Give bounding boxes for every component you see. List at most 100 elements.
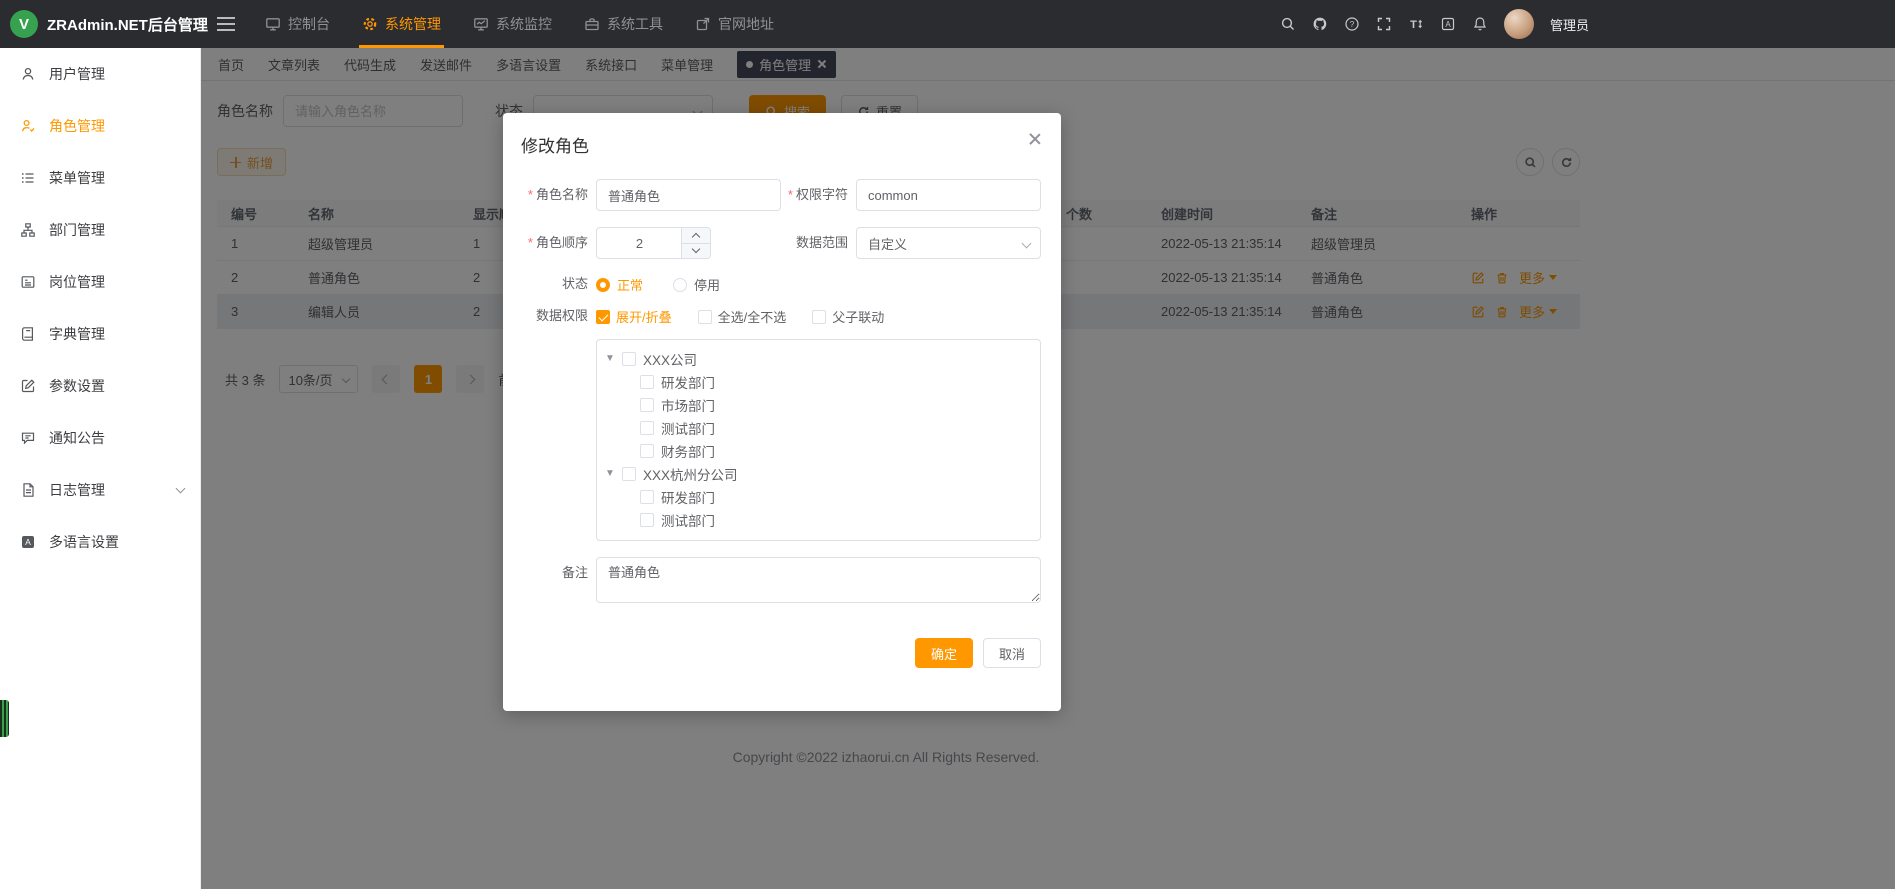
chevron-down-icon xyxy=(692,245,700,253)
sidebar-item-menus[interactable]: 菜单管理 xyxy=(0,152,200,204)
expand-collapse-checkbox[interactable]: 展开/折叠 xyxy=(596,307,672,326)
external-link-icon xyxy=(695,16,711,32)
document-icon xyxy=(20,482,36,498)
checkbox-label: 展开/折叠 xyxy=(616,307,672,326)
checkbox-unchecked-icon[interactable] xyxy=(622,467,636,481)
increment-button[interactable] xyxy=(682,228,710,244)
search-icon[interactable] xyxy=(1280,16,1296,32)
sidebar-item-label: 菜单管理 xyxy=(49,168,105,188)
nav-item-website[interactable]: 官网地址 xyxy=(679,0,790,48)
role-key-field-label: 权限字符 xyxy=(781,187,848,203)
github-icon[interactable] xyxy=(1312,16,1328,32)
data-scope-select[interactable]: 自定义 xyxy=(856,227,1041,259)
monitor-icon xyxy=(265,16,281,32)
dialog-body: 角色名称 权限字符 角色顺序 数据范围 xyxy=(503,165,1061,685)
role-key-field[interactable] xyxy=(856,179,1041,211)
dialog-title: 修改角色 xyxy=(521,132,589,157)
menu-list-icon xyxy=(20,170,36,186)
tree-node[interactable]: ▼ XXX杭州分公司 xyxy=(597,462,1040,485)
checkbox-unchecked-icon[interactable] xyxy=(640,375,654,389)
layout-size-icon[interactable]: A xyxy=(1440,16,1456,32)
decrement-button[interactable] xyxy=(682,244,710,259)
sidebar-item-logs[interactable]: 日志管理 xyxy=(0,464,200,516)
radio-label: 停用 xyxy=(694,275,720,294)
sidebar-item-label: 字典管理 xyxy=(49,324,105,344)
sidebar-item-notices[interactable]: 通知公告 xyxy=(0,412,200,464)
nav-item-system[interactable]: 系统管理 xyxy=(346,0,457,48)
data-scope-value: 自定义 xyxy=(868,234,907,253)
parent-child-link-checkbox[interactable]: 父子联动 xyxy=(812,307,884,326)
nav-item-label: 官网地址 xyxy=(718,14,774,34)
checkbox-unchecked-icon[interactable] xyxy=(640,490,654,504)
remark-field-label: 备注 xyxy=(521,565,588,581)
checkbox-unchecked-icon xyxy=(698,310,712,324)
tree-node[interactable]: ▼ XXX公司 xyxy=(597,347,1040,370)
dialog-header: 修改角色 xyxy=(503,113,1061,165)
user-name[interactable]: 管理员 xyxy=(1550,15,1589,34)
app-logo[interactable]: V ZRAdmin.NET后台管理 xyxy=(0,10,201,38)
nav-item-console[interactable]: 控制台 xyxy=(249,0,346,48)
svg-text:?: ? xyxy=(1350,20,1355,29)
checkbox-unchecked-icon[interactable] xyxy=(640,398,654,412)
top-header: V ZRAdmin.NET后台管理 控制台 系统管理 系统监控 系统工具 官网地… xyxy=(0,0,1895,48)
role-name-field-label: 角色名称 xyxy=(521,187,588,203)
sidebar-item-label: 角色管理 xyxy=(49,116,105,136)
role-name-field[interactable] xyxy=(596,179,781,211)
status-radio-normal[interactable]: 正常 xyxy=(596,275,643,294)
tree-node[interactable]: 测试部门 xyxy=(597,416,1040,439)
checkbox-label: 父子联动 xyxy=(832,307,884,326)
remark-field[interactable]: 普通角色 xyxy=(596,557,1041,603)
svg-text:T: T xyxy=(1410,19,1417,31)
radio-label: 正常 xyxy=(617,275,643,294)
bell-icon[interactable] xyxy=(1472,16,1488,32)
checkbox-unchecked-icon[interactable] xyxy=(640,513,654,527)
nav-item-tools[interactable]: 系统工具 xyxy=(568,0,679,48)
checkbox-unchecked-icon[interactable] xyxy=(640,444,654,458)
nav-item-label: 系统管理 xyxy=(385,14,441,34)
tree-node[interactable]: 测试部门 xyxy=(597,508,1040,531)
user-avatar[interactable] xyxy=(1504,9,1534,39)
language-icon: A xyxy=(20,534,36,550)
permission-tree: ▼ XXX公司 研发部门 市场部门 测试部门 财务部门 ▼ xyxy=(596,339,1041,541)
corner-widget[interactable] xyxy=(0,700,9,737)
org-tree-icon xyxy=(20,222,36,238)
tree-node[interactable]: 市场部门 xyxy=(597,393,1040,416)
sidebar-toggle-icon[interactable] xyxy=(217,17,235,31)
dialog-close-icon[interactable] xyxy=(1029,132,1041,144)
confirm-button[interactable]: 确定 xyxy=(915,638,973,668)
tree-node-label: 财务部门 xyxy=(661,441,715,461)
checkbox-unchecked-icon[interactable] xyxy=(622,352,636,366)
tree-node[interactable]: 研发部门 xyxy=(597,485,1040,508)
fullscreen-icon[interactable] xyxy=(1376,16,1392,32)
data-scope-field-label: 数据范围 xyxy=(781,235,848,251)
sidebar-item-posts[interactable]: 岗位管理 xyxy=(0,256,200,308)
dialog-footer: 确定 取消 xyxy=(915,638,1041,668)
sidebar-item-label: 部门管理 xyxy=(49,220,105,240)
help-icon[interactable]: ? xyxy=(1344,16,1360,32)
bubble-icon xyxy=(20,430,36,446)
sidebar-item-languages[interactable]: A 多语言设置 xyxy=(0,516,200,568)
tree-expand-icon[interactable]: ▼ xyxy=(605,353,621,364)
nav-item-label: 系统监控 xyxy=(496,14,552,34)
chevron-down-icon xyxy=(1022,239,1032,249)
sidebar-item-label: 日志管理 xyxy=(49,480,105,500)
sidebar-item-users[interactable]: 用户管理 xyxy=(0,48,200,100)
nav-item-monitor[interactable]: 系统监控 xyxy=(457,0,568,48)
status-radio-disabled[interactable]: 停用 xyxy=(673,275,720,294)
tree-node[interactable]: 财务部门 xyxy=(597,439,1040,462)
cancel-button[interactable]: 取消 xyxy=(983,638,1041,668)
select-all-checkbox[interactable]: 全选/全不选 xyxy=(698,307,787,326)
sidebar-item-params[interactable]: 参数设置 xyxy=(0,360,200,412)
checkbox-unchecked-icon[interactable] xyxy=(640,421,654,435)
sidebar-item-departments[interactable]: 部门管理 xyxy=(0,204,200,256)
user-icon xyxy=(20,66,36,82)
sidebar-item-roles[interactable]: 角色管理 xyxy=(0,100,200,152)
svg-text:A: A xyxy=(25,537,31,547)
status-field-label: 状态 xyxy=(521,276,588,292)
header-actions: ? T A 管理员 xyxy=(1280,0,1589,48)
tree-expand-icon[interactable]: ▼ xyxy=(605,468,621,479)
chevron-up-icon xyxy=(692,233,700,241)
font-size-icon[interactable]: T xyxy=(1408,16,1424,32)
sidebar-item-dicts[interactable]: 字典管理 xyxy=(0,308,200,360)
tree-node[interactable]: 研发部门 xyxy=(597,370,1040,393)
